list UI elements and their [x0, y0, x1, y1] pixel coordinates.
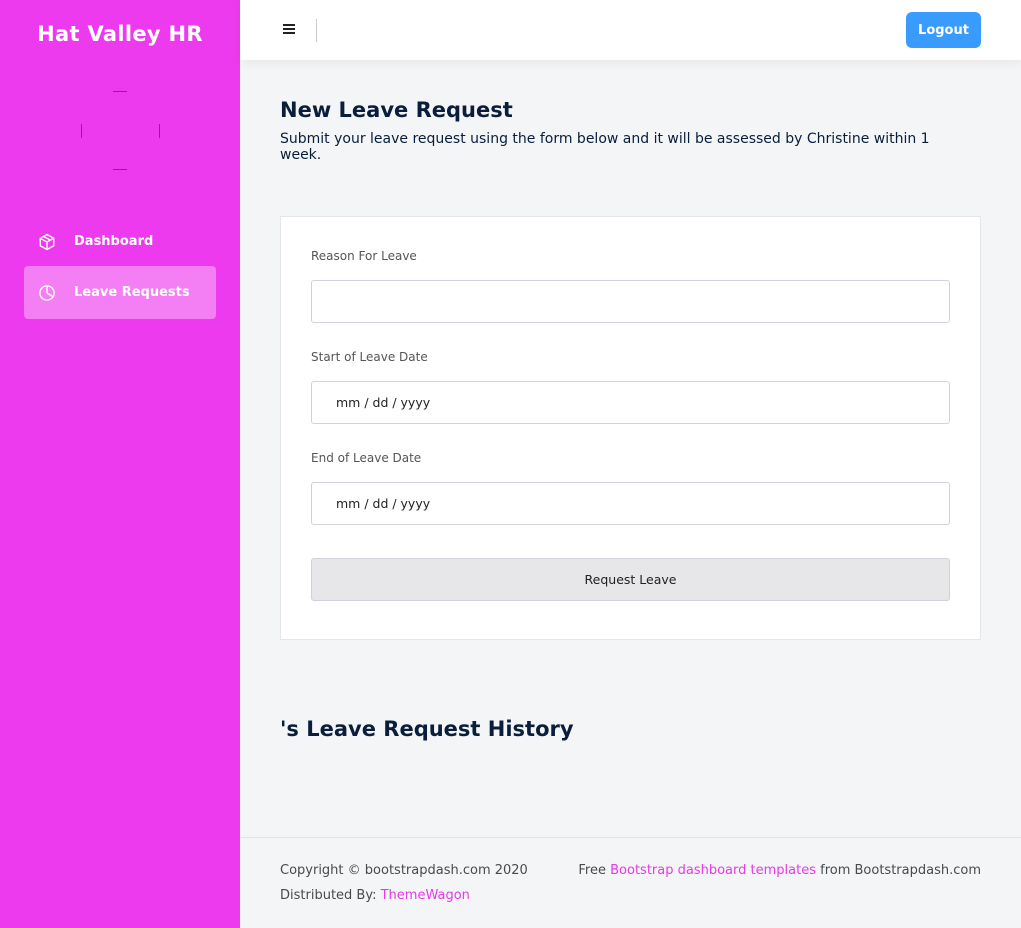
- sidebar-item-label: Dashboard: [74, 234, 154, 249]
- brand-title[interactable]: Hat Valley HR: [0, 22, 240, 46]
- free-templates-text: Free Bootstrap dashboard templates from …: [578, 863, 981, 878]
- start-date-input[interactable]: mm / dd / yyyy: [311, 381, 950, 424]
- logout-button[interactable]: Logout: [906, 12, 981, 48]
- box-icon: [38, 233, 56, 251]
- hamburger-icon[interactable]: [283, 24, 297, 40]
- pie-chart-icon: [38, 284, 56, 302]
- free-prefix: Free: [578, 863, 611, 878]
- sidebar-item-label: Leave Requests: [74, 285, 190, 300]
- copyright-text: Copyright © bootstrapdash.com 2020: [280, 863, 528, 878]
- footer: Copyright © bootstrapdash.com 2020 Distr…: [240, 837, 1021, 928]
- avatar: [81, 91, 160, 170]
- distributed-prefix: Distributed By:: [280, 888, 381, 903]
- sidebar: Hat Valley HR Dashboard Leave Requests: [0, 0, 240, 928]
- distributed-by: Distributed By: ThemeWagon: [280, 888, 470, 903]
- free-suffix: from Bootstrapdash.com: [815, 863, 981, 878]
- leave-request-form: Reason For Leave Start of Leave Date mm …: [280, 216, 981, 640]
- topbar: Logout: [240, 0, 1021, 60]
- page-title: New Leave Request: [280, 98, 513, 122]
- reason-input[interactable]: [311, 280, 950, 323]
- sidebar-item-dashboard[interactable]: Dashboard: [24, 215, 216, 268]
- request-leave-button[interactable]: Request Leave: [311, 558, 950, 601]
- bootstrap-templates-link[interactable]: Bootstrap dashboard templates: [610, 863, 816, 878]
- start-date-label: Start of Leave Date: [311, 350, 428, 364]
- history-title: 's Leave Request History: [280, 717, 574, 741]
- page-subtitle: Submit your leave request using the form…: [280, 131, 930, 163]
- sidebar-item-leave-requests[interactable]: Leave Requests: [24, 266, 216, 319]
- reason-label: Reason For Leave: [311, 249, 417, 263]
- themewagon-link[interactable]: ThemeWagon: [381, 888, 470, 903]
- divider: [316, 19, 317, 42]
- end-date-label: End of Leave Date: [311, 451, 422, 465]
- end-date-input[interactable]: mm / dd / yyyy: [311, 482, 950, 525]
